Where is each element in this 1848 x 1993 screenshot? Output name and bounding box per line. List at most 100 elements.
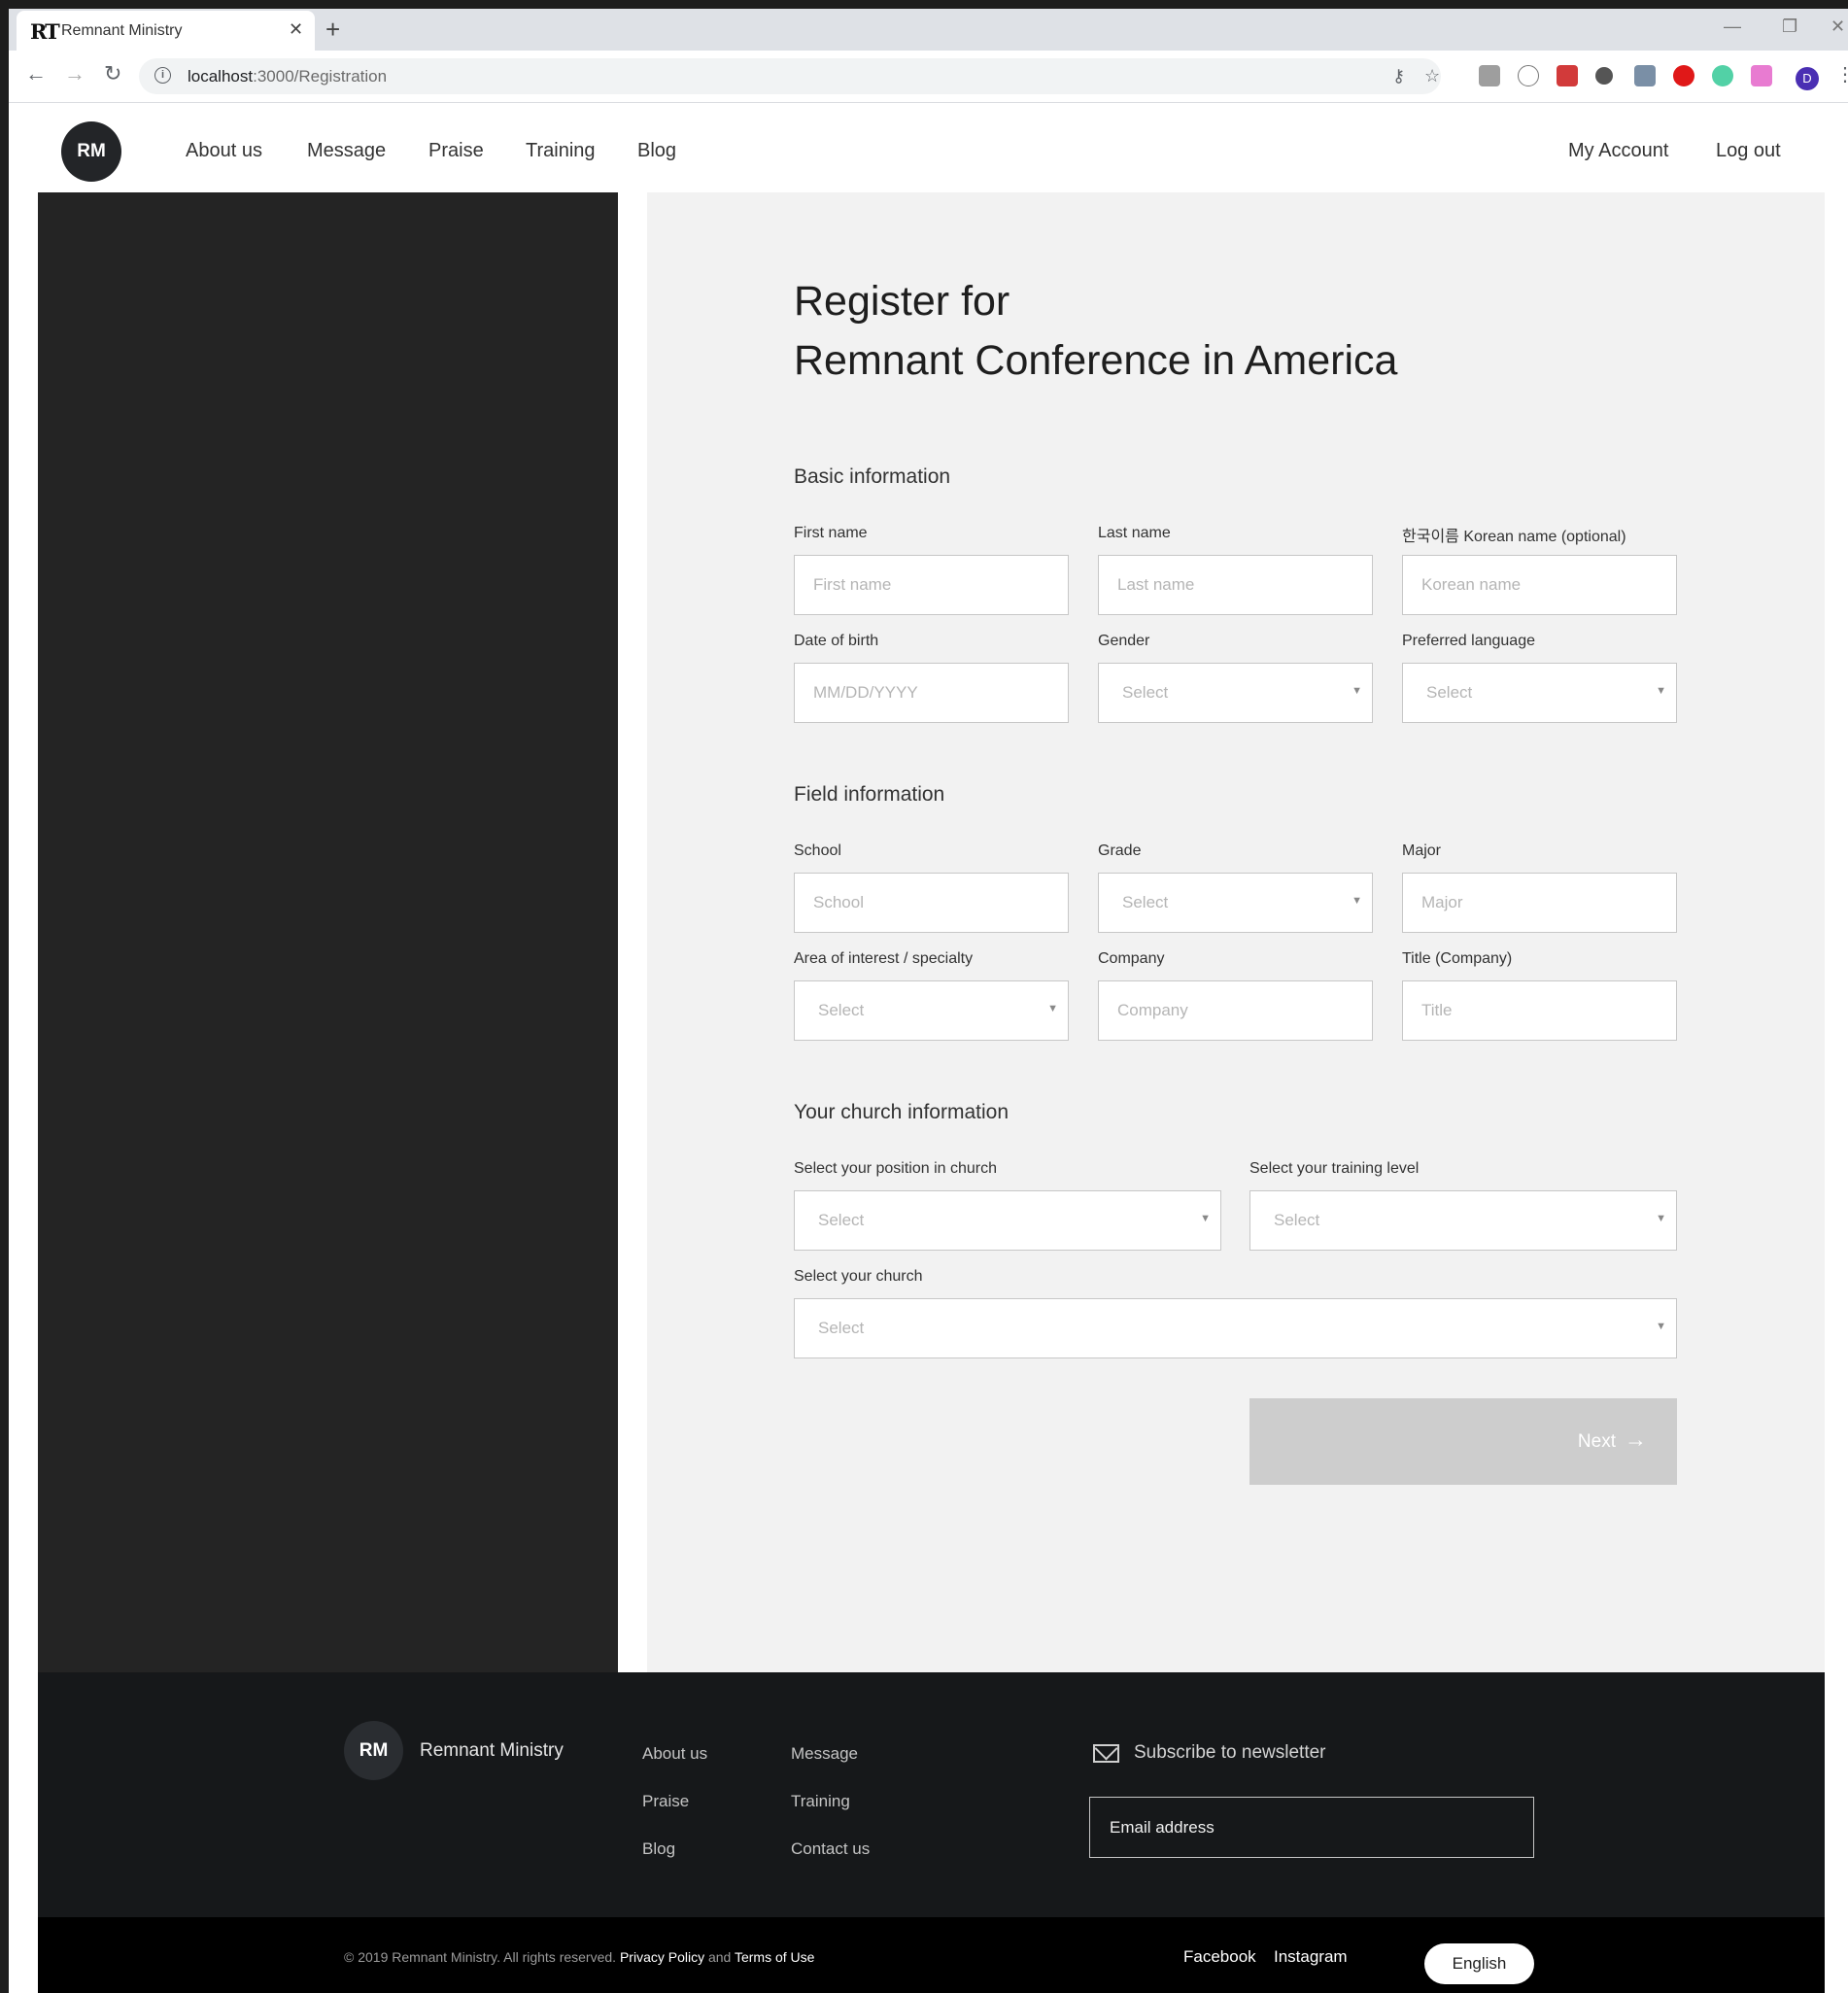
footer-link-message[interactable]: Message	[791, 1744, 858, 1764]
language-selector-button[interactable]: English	[1424, 1943, 1534, 1984]
dropdown-arrow-icon: ▼	[1656, 1321, 1666, 1332]
extension-h-icon[interactable]	[1518, 65, 1539, 86]
browser-toolbar: ← → ↻ i localhost:3000/Registration ⚷ ☆ …	[9, 51, 1848, 103]
interest-select[interactable]: Select ▼	[794, 980, 1069, 1041]
nav-log-out[interactable]: Log out	[1716, 140, 1781, 162]
envelope-icon	[1093, 1744, 1119, 1763]
footer-link-contact-us[interactable]: Contact us	[791, 1839, 870, 1859]
church-select-value: Select	[818, 1319, 865, 1337]
last-name-field[interactable]	[1098, 555, 1373, 615]
position-label: Select your position in church	[794, 1160, 997, 1177]
korean-name-field[interactable]	[1402, 555, 1677, 615]
school-field[interactable]	[794, 873, 1069, 933]
grade-select[interactable]: Select ▼	[1098, 873, 1373, 933]
page-title: Register for Remnant Conference in Ameri…	[794, 278, 1398, 384]
new-tab-icon[interactable]: +	[325, 15, 340, 45]
next-button[interactable]: Next →	[1249, 1398, 1677, 1485]
extension-green-icon[interactable]	[1712, 65, 1733, 86]
site-header: RM About us Message Praise Training Blog…	[9, 103, 1848, 201]
last-name-label: Last name	[1098, 525, 1171, 541]
company-field[interactable]	[1098, 980, 1373, 1041]
korean-name-input[interactable]	[1403, 556, 1676, 614]
first-name-field[interactable]	[794, 555, 1069, 615]
extension-stop-icon[interactable]	[1673, 65, 1694, 86]
position-select-value: Select	[818, 1211, 865, 1229]
dob-field[interactable]	[794, 663, 1069, 723]
company-title-field[interactable]	[1402, 980, 1677, 1041]
terms-of-use-link[interactable]: Terms of Use	[735, 1949, 814, 1965]
dropdown-arrow-icon: ▼	[1200, 1213, 1211, 1224]
language-select[interactable]: Select ▼	[1402, 663, 1677, 723]
grade-select-value: Select	[1122, 893, 1169, 911]
section-title-basic: Basic information	[794, 465, 951, 488]
nav-my-account[interactable]: My Account	[1568, 140, 1668, 162]
newsletter-email-field[interactable]	[1089, 1797, 1534, 1858]
extension-gradient-icon[interactable]	[1751, 65, 1772, 86]
footer-link-blog[interactable]: Blog	[642, 1839, 675, 1859]
gender-select-value: Select	[1122, 683, 1169, 702]
profile-avatar[interactable]: D	[1796, 67, 1819, 90]
key-icon[interactable]: ⚷	[1392, 66, 1405, 86]
browser-tab[interactable]: RT Remnant Ministry ✕	[17, 11, 315, 51]
company-title-input[interactable]	[1403, 981, 1676, 1040]
footer-link-training[interactable]: Training	[791, 1792, 850, 1811]
footer-bottom-bar: © 2019 Remnant Ministry. All rights rese…	[38, 1917, 1825, 1993]
copyright-text: © 2019 Remnant Ministry. All rights rese…	[344, 1949, 815, 1965]
church-select[interactable]: Select ▼	[794, 1298, 1677, 1358]
window-close-icon[interactable]: ✕	[1831, 17, 1845, 37]
dropdown-arrow-icon: ▼	[1656, 1213, 1666, 1224]
forward-arrow-icon[interactable]: →	[64, 61, 86, 86]
site-logo[interactable]: RM	[61, 121, 121, 182]
nav-message[interactable]: Message	[307, 140, 386, 162]
school-label: School	[794, 842, 841, 859]
interest-select-value: Select	[818, 1001, 865, 1019]
site-info-icon[interactable]: i	[154, 67, 171, 84]
instagram-link[interactable]: Instagram	[1274, 1947, 1348, 1967]
extension-red-icon[interactable]	[1557, 65, 1578, 86]
reload-icon[interactable]: ↻	[104, 61, 121, 86]
bookmark-star-icon[interactable]: ☆	[1424, 66, 1440, 86]
browser-menu-icon[interactable]: ⋮	[1835, 62, 1848, 86]
dob-label: Date of birth	[794, 633, 879, 649]
tab-close-icon[interactable]: ✕	[289, 19, 303, 40]
address-bar[interactable]: i localhost:3000/Registration ⚷ ☆	[139, 58, 1441, 94]
browser-window: RT Remnant Ministry ✕ + — ❐ ✕ ← → ↻ i lo…	[9, 9, 1848, 1993]
major-label: Major	[1402, 842, 1442, 859]
footer-logo[interactable]: RM	[344, 1721, 403, 1780]
dob-input[interactable]	[795, 664, 1068, 722]
back-arrow-icon[interactable]: ←	[25, 61, 47, 86]
position-select[interactable]: Select ▼	[794, 1190, 1221, 1251]
language-select-value: Select	[1426, 683, 1473, 702]
nav-about-us[interactable]: About us	[186, 140, 262, 162]
restore-icon[interactable]: ❐	[1782, 17, 1797, 37]
extension-es-icon[interactable]	[1479, 65, 1500, 86]
nav-training[interactable]: Training	[526, 140, 596, 162]
footer-link-praise[interactable]: Praise	[642, 1792, 689, 1811]
major-input[interactable]	[1403, 874, 1676, 932]
extension-eyedropper-icon[interactable]	[1634, 65, 1656, 86]
gender-select[interactable]: Select ▼	[1098, 663, 1373, 723]
last-name-input[interactable]	[1099, 556, 1372, 614]
newsletter-email-input[interactable]	[1090, 1798, 1533, 1857]
nav-praise[interactable]: Praise	[428, 140, 484, 162]
school-input[interactable]	[795, 874, 1068, 932]
nav-blog[interactable]: Blog	[637, 140, 676, 162]
dropdown-arrow-icon: ▼	[1352, 895, 1362, 907]
privacy-policy-link[interactable]: Privacy Policy	[620, 1949, 704, 1965]
language-label: Preferred language	[1402, 633, 1535, 649]
minimize-icon[interactable]: —	[1724, 17, 1741, 37]
footer-link-about-us[interactable]: About us	[642, 1744, 707, 1764]
first-name-input[interactable]	[795, 556, 1068, 614]
major-field[interactable]	[1402, 873, 1677, 933]
facebook-link[interactable]: Facebook	[1183, 1947, 1256, 1967]
next-button-label: Next	[1577, 1431, 1616, 1452]
site-favicon-icon: RT	[30, 19, 60, 44]
hero-image-panel	[38, 192, 618, 1672]
extension-circle-icon[interactable]	[1595, 67, 1613, 85]
gender-label: Gender	[1098, 633, 1150, 649]
tab-title: Remnant Ministry	[61, 22, 183, 39]
company-input[interactable]	[1099, 981, 1372, 1040]
training-level-label: Select your training level	[1249, 1160, 1420, 1177]
training-level-select[interactable]: Select ▼	[1249, 1190, 1677, 1251]
company-title-label: Title (Company)	[1402, 950, 1513, 967]
